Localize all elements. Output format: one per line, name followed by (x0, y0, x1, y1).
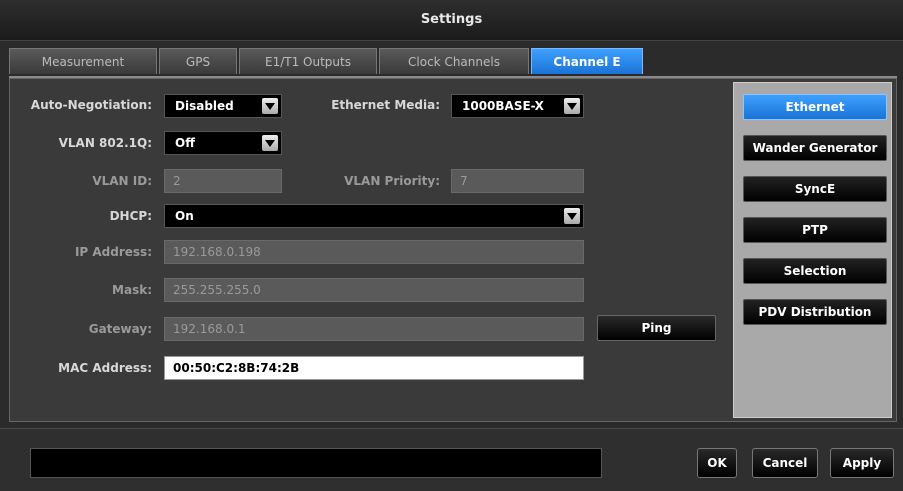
vlan-8021q-label: VLAN 802.1Q: (58, 136, 152, 150)
tab-channel-e[interactable]: Channel E (531, 48, 643, 74)
mask-label: Mask: (112, 283, 152, 297)
side-menu-wander-generator[interactable]: Wander Generator (743, 135, 887, 161)
status-message-box (30, 448, 602, 478)
mac-address-label: MAC Address: (58, 361, 152, 375)
auto-negotiation-label: Auto-Negotiation: (30, 98, 152, 112)
side-menu-selection[interactable]: Selection (743, 258, 887, 284)
vlan-8021q-select[interactable]: Off (164, 131, 282, 155)
vlan-priority-label: VLAN Priority: (344, 174, 440, 188)
auto-negotiation-value: Disabled (175, 99, 234, 113)
side-menu (733, 82, 892, 418)
side-menu-pdv-distribution[interactable]: PDV Distribution (743, 299, 887, 325)
mask-field[interactable]: 255.255.255.0 (164, 278, 584, 302)
vlan-id-label: VLAN ID: (92, 174, 152, 188)
vlan-id-field[interactable]: 2 (164, 169, 282, 193)
mac-address-field[interactable]: 00:50:C2:8B:74:2B (164, 356, 584, 380)
apply-button[interactable]: Apply (830, 448, 894, 478)
ip-address-field[interactable]: 192.168.0.198 (164, 240, 584, 264)
chevron-down-icon (564, 98, 580, 114)
cancel-button[interactable]: Cancel (752, 448, 818, 478)
ping-button[interactable]: Ping (597, 315, 716, 341)
ip-address-label: IP Address: (74, 245, 152, 259)
tab-bar: Measurement GPS E1/T1 Outputs Clock Chan… (9, 48, 897, 78)
chevron-down-icon (564, 208, 580, 224)
dhcp-value: On (175, 209, 194, 223)
gateway-label: Gateway: (88, 322, 152, 336)
vlan-8021q-value: Off (175, 136, 195, 150)
side-menu-ptp[interactable]: PTP (743, 217, 887, 243)
tab-clock-channels[interactable]: Clock Channels (379, 48, 529, 74)
tab-e1t1-outputs[interactable]: E1/T1 Outputs (239, 48, 377, 74)
dhcp-select[interactable]: On (164, 204, 584, 228)
tab-gps[interactable]: GPS (159, 48, 237, 74)
ethernet-media-value: 1000BASE-X (462, 99, 544, 113)
side-menu-synce[interactable]: SyncE (743, 176, 887, 202)
ok-button[interactable]: OK (697, 448, 737, 478)
window-title: Settings (0, 0, 903, 41)
ethernet-media-label: Ethernet Media: (331, 98, 440, 112)
tab-measurement[interactable]: Measurement (9, 48, 157, 74)
dhcp-label: DHCP: (109, 209, 152, 223)
gateway-field[interactable]: 192.168.0.1 (164, 317, 584, 341)
side-menu-ethernet[interactable]: Ethernet (743, 94, 887, 120)
ethernet-media-select[interactable]: 1000BASE-X (451, 94, 584, 118)
vlan-priority-field[interactable]: 7 (451, 169, 584, 193)
chevron-down-icon (262, 98, 278, 114)
chevron-down-icon (262, 135, 278, 151)
auto-negotiation-select[interactable]: Disabled (164, 94, 282, 118)
